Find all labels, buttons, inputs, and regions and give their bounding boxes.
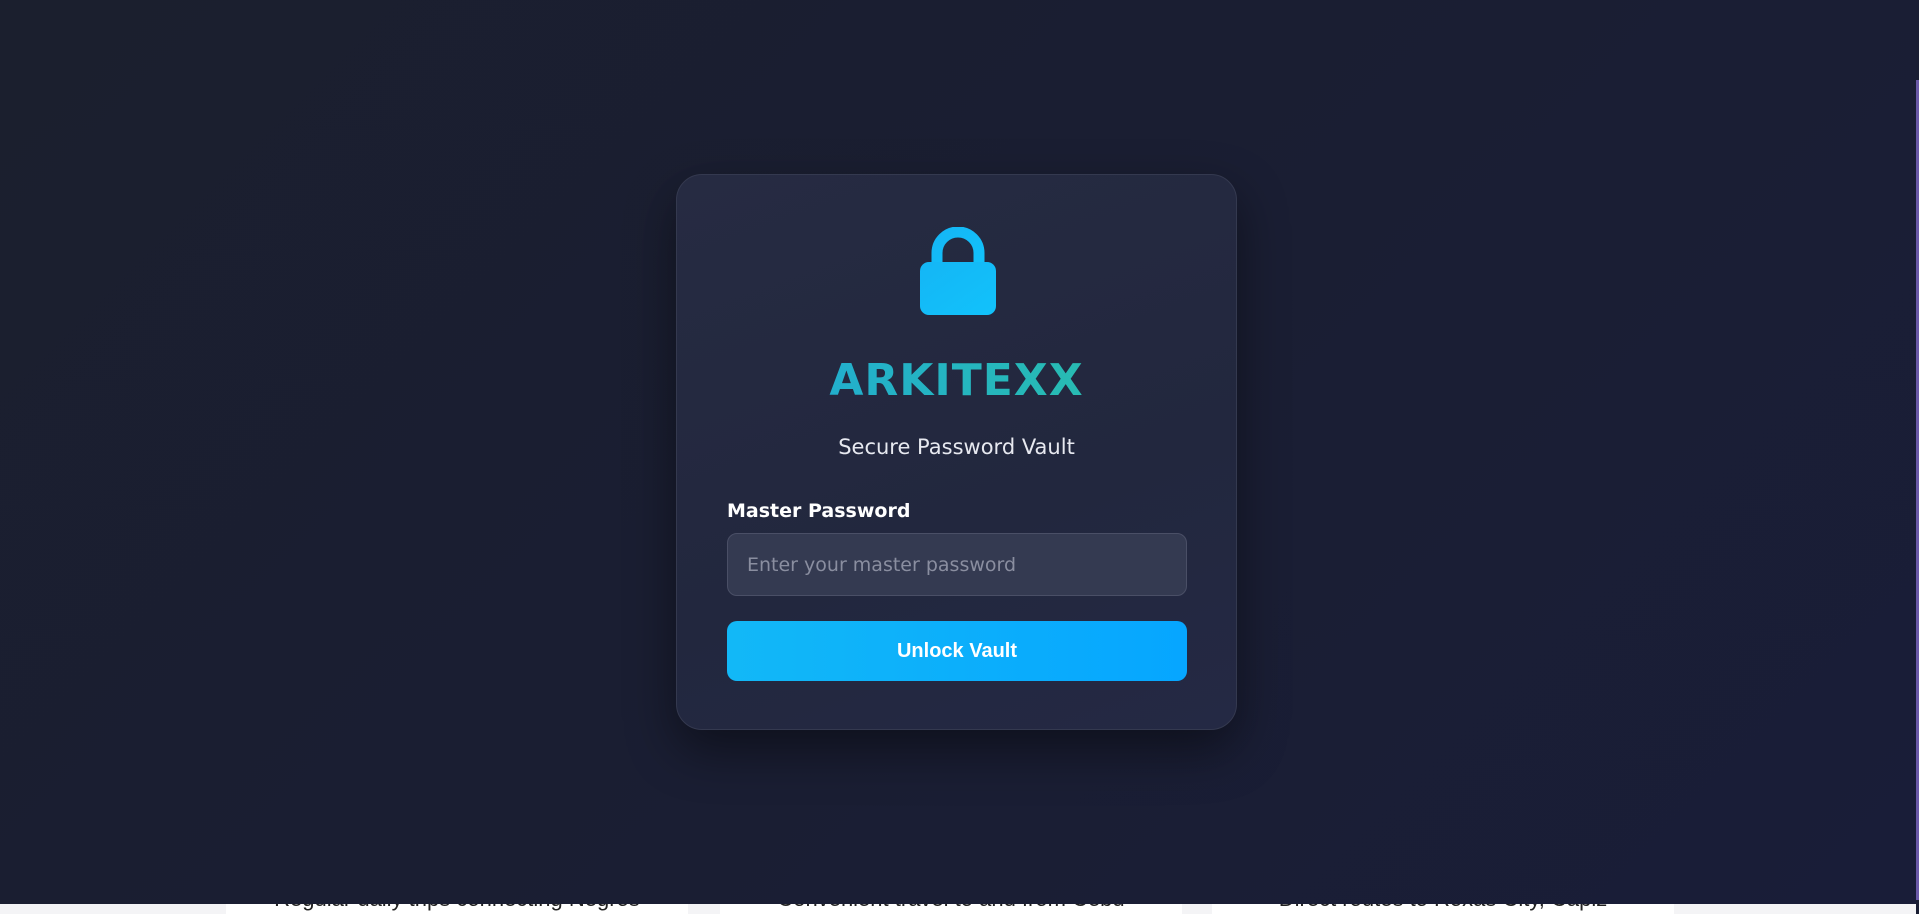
brand-title: ARKITEXX — [677, 355, 1236, 406]
page-subtitle: Secure Password Vault — [838, 435, 1075, 459]
master-password-label: Master Password — [727, 500, 911, 522]
unlock-vault-button[interactable]: Unlock Vault — [727, 621, 1187, 681]
login-overlay: ARKITEXX Secure Password Vault Master Pa… — [0, 0, 1916, 904]
login-card: ARKITEXX Secure Password Vault Master Pa… — [676, 174, 1237, 730]
lock-icon — [920, 227, 996, 315]
master-password-input[interactable] — [727, 533, 1187, 596]
